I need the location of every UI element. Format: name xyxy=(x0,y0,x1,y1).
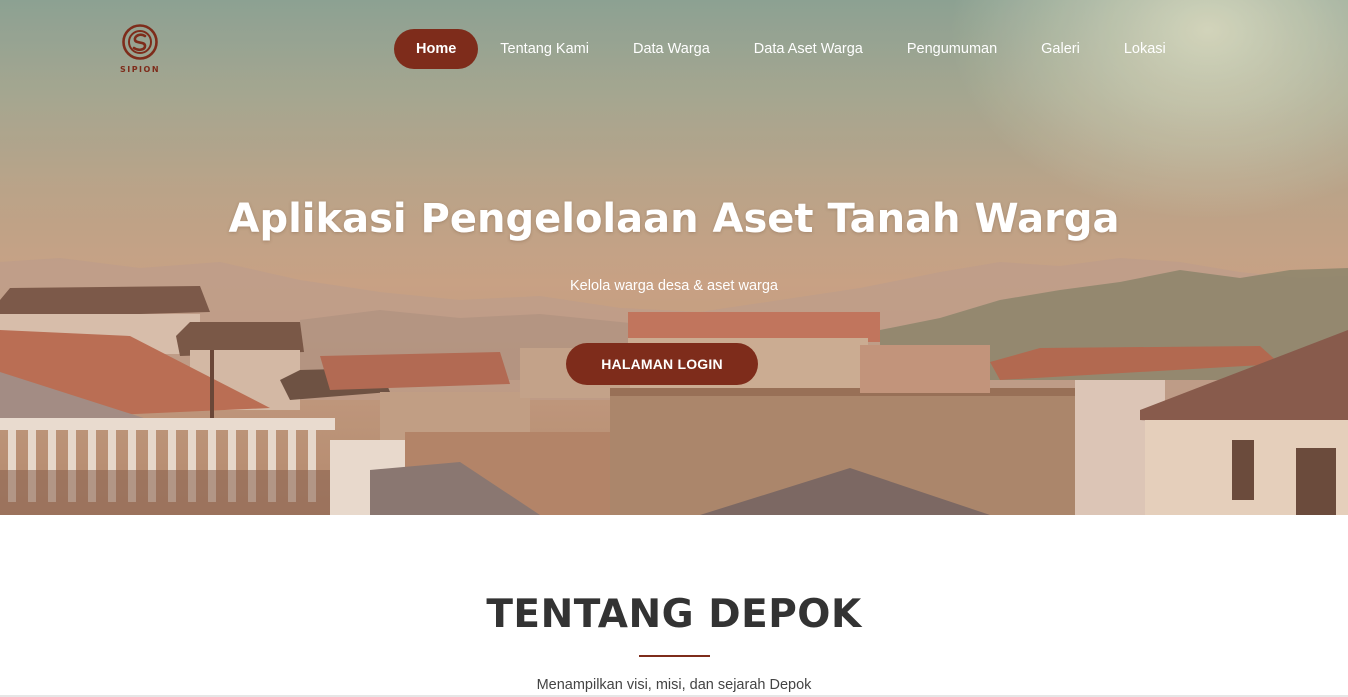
sipion-logo-icon xyxy=(122,24,158,60)
main-navigation: Home Tentang Kami Data Warga Data Aset W… xyxy=(394,29,1188,69)
hero-subtitle: Kelola warga desa & aset warga xyxy=(570,278,778,294)
nav-item-home[interactable]: Home xyxy=(394,29,479,69)
hero-title: Aplikasi Pengelolaan Aset Tanah Warga xyxy=(228,196,1120,242)
about-description: Menampilkan visi, misi, dan sejarah Depo… xyxy=(536,677,812,693)
nav-item-pengumuman[interactable]: Pengumuman xyxy=(885,29,1019,69)
title-divider xyxy=(639,655,710,657)
about-title: TENTANG DEPOK xyxy=(486,592,862,637)
hero-overlay xyxy=(0,0,1348,515)
hero-section: SIPION Home Tentang Kami Data Warga Data… xyxy=(0,0,1348,515)
login-button[interactable]: HALAMAN LOGIN xyxy=(566,343,758,385)
logo-text: SIPION xyxy=(119,65,161,74)
nav-item-tentang-kami[interactable]: Tentang Kami xyxy=(478,29,611,69)
site-logo[interactable]: SIPION xyxy=(116,22,164,78)
nav-item-lokasi[interactable]: Lokasi xyxy=(1102,29,1188,69)
nav-item-galeri[interactable]: Galeri xyxy=(1019,29,1102,69)
nav-item-data-aset-warga[interactable]: Data Aset Warga xyxy=(732,29,885,69)
nav-item-data-warga[interactable]: Data Warga xyxy=(611,29,732,69)
